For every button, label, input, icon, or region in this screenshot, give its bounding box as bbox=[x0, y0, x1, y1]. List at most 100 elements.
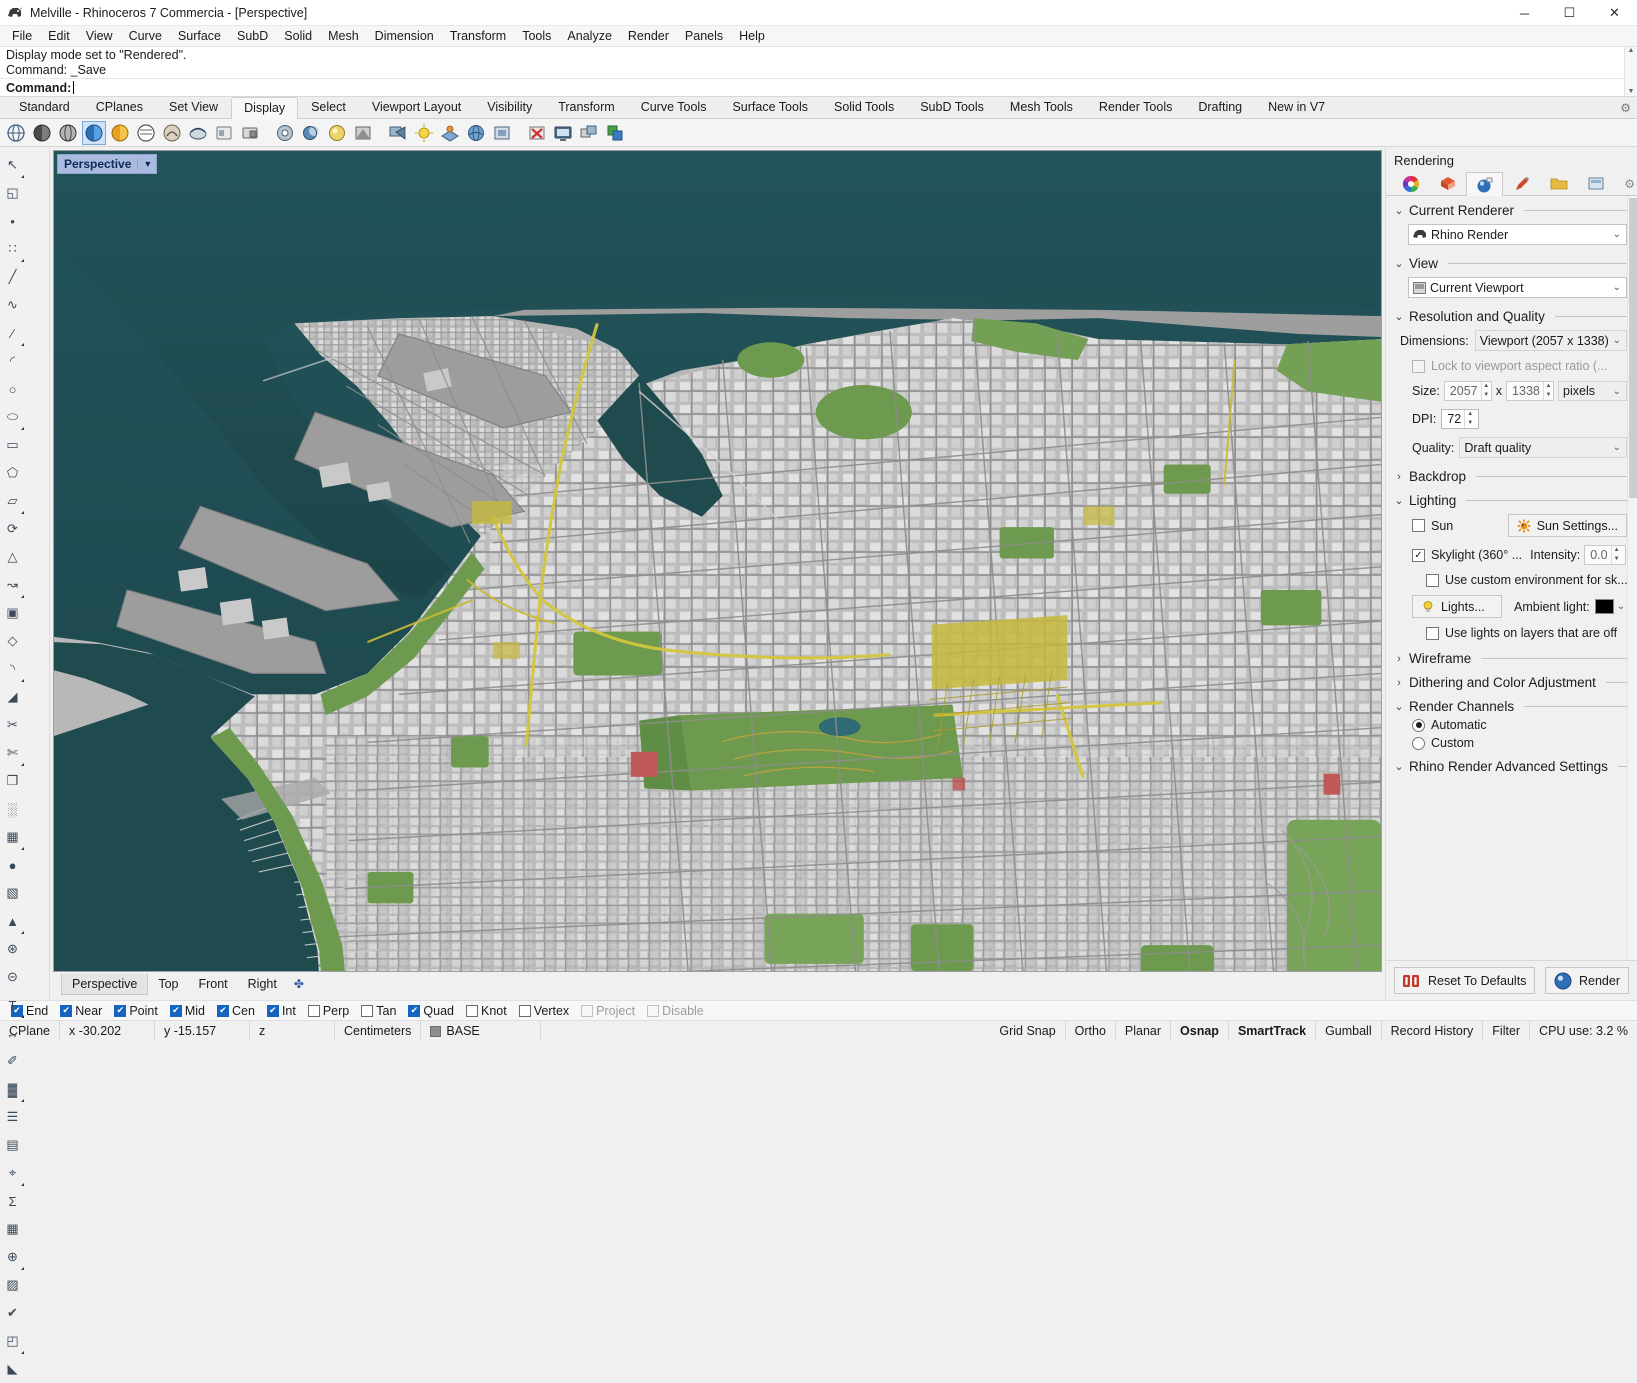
polygon-icon[interactable]: ⬠ bbox=[0, 459, 25, 487]
quality-combo[interactable]: Draft quality ⌄ bbox=[1459, 437, 1627, 458]
flyout-indicator-icon[interactable] bbox=[21, 679, 24, 682]
reset-to-defaults-button[interactable]: Reset To Defaults bbox=[1394, 967, 1536, 994]
osnap-disable-checkbox[interactable] bbox=[647, 1004, 660, 1017]
lock-aspect-row[interactable]: Lock to viewport aspect ratio (... bbox=[1386, 355, 1637, 377]
osnap-knot[interactable]: Knot bbox=[461, 1004, 512, 1018]
status-units[interactable]: Centimeters bbox=[335, 1021, 422, 1041]
analyze-icon[interactable]: ⌖ bbox=[0, 1159, 25, 1187]
tab-brush[interactable] bbox=[1503, 171, 1540, 195]
osnap-perp-checkbox[interactable] bbox=[307, 1004, 320, 1017]
chevron-down-icon[interactable]: ⌄ bbox=[1394, 257, 1404, 270]
add-viewport-tab-icon[interactable]: ✤ bbox=[287, 974, 311, 994]
wireframe-display-icon[interactable] bbox=[4, 121, 28, 145]
render-icon[interactable] bbox=[386, 121, 410, 145]
points-icon[interactable]: • bbox=[0, 207, 25, 235]
menu-item-surface[interactable]: Surface bbox=[170, 27, 229, 45]
menu-item-help[interactable]: Help bbox=[731, 27, 773, 45]
osnap-near[interactable]: ✔ Near bbox=[55, 1004, 107, 1018]
chevron-right-icon[interactable]: › bbox=[1394, 677, 1404, 689]
lights-on-off-layers-checkbox[interactable] bbox=[1426, 626, 1439, 640]
toolbar-tab-visibility[interactable]: Visibility bbox=[474, 96, 545, 118]
sun-checkbox[interactable] bbox=[1412, 519, 1425, 532]
gumball-icon[interactable]: ⊕ bbox=[0, 1243, 25, 1271]
toolbar-tab-transform[interactable]: Transform bbox=[545, 96, 628, 118]
toolbar-tab-render-tools[interactable]: Render Tools bbox=[1086, 96, 1185, 118]
flyout-indicator-icon[interactable] bbox=[21, 1351, 24, 1354]
current-renderer-combo[interactable]: Rhino Render ⌄ bbox=[1408, 224, 1627, 245]
box-icon[interactable]: ▦ bbox=[0, 823, 25, 851]
boolean-union-icon[interactable]: ⊛ bbox=[0, 935, 25, 963]
chevron-right-icon[interactable]: › bbox=[1394, 653, 1404, 665]
fullscreen-icon[interactable] bbox=[551, 121, 575, 145]
viewport-tab-top[interactable]: Top bbox=[148, 974, 188, 994]
dimensions-combo[interactable]: Viewport (2057 x 1338) ⌄ bbox=[1474, 330, 1627, 351]
split-icon[interactable]: ✄ bbox=[0, 739, 25, 767]
toolbar-tab-mesh-tools[interactable]: Mesh Tools bbox=[997, 96, 1086, 118]
viewport-tab-right[interactable]: Right bbox=[238, 974, 287, 994]
status-ortho[interactable]: Ortho bbox=[1066, 1021, 1116, 1041]
rendered-display-icon[interactable] bbox=[108, 121, 132, 145]
lights-on-off-layers-row[interactable]: Use lights on layers that are off bbox=[1386, 622, 1637, 644]
menu-item-file[interactable]: File bbox=[4, 27, 40, 45]
osnap-point[interactable]: ✔ Point bbox=[109, 1004, 163, 1018]
menu-item-edit[interactable]: Edit bbox=[40, 27, 78, 45]
toolbar-tab-select[interactable]: Select bbox=[298, 96, 359, 118]
osnap-tan[interactable]: Tan bbox=[356, 1004, 401, 1018]
flyout-indicator-icon[interactable] bbox=[21, 175, 24, 178]
menu-item-solid[interactable]: Solid bbox=[276, 27, 320, 45]
radio-automatic[interactable] bbox=[1412, 718, 1425, 732]
trim-icon[interactable]: ✂ bbox=[0, 711, 25, 739]
dimension-icon[interactable]: ↔ bbox=[0, 1019, 25, 1047]
menu-item-panels[interactable]: Panels bbox=[677, 27, 731, 45]
flyout-indicator-icon[interactable] bbox=[21, 595, 24, 598]
size-height-stepper[interactable]: 1338 ▲ ▼ bbox=[1506, 381, 1555, 401]
cancel-render-icon[interactable] bbox=[525, 121, 549, 145]
point-cloud-icon[interactable]: ∷ bbox=[0, 235, 25, 263]
custom-environment-row[interactable]: Use custom environment for sk... bbox=[1386, 569, 1637, 591]
artistic-display-icon[interactable] bbox=[160, 121, 184, 145]
toolbar-tab-subd-tools[interactable]: SubD Tools bbox=[907, 96, 997, 118]
toolbar-tab-display[interactable]: Display bbox=[231, 97, 299, 119]
toolbar-options-gear-icon[interactable]: ⚙ bbox=[1620, 101, 1631, 115]
technical-display-icon[interactable] bbox=[134, 121, 158, 145]
ghosted-display-icon[interactable] bbox=[56, 121, 80, 145]
chevron-down-icon[interactable]: ⌄ bbox=[1394, 494, 1404, 507]
osnap-project-checkbox[interactable] bbox=[581, 1004, 594, 1017]
mass-properties-icon[interactable]: Σ bbox=[0, 1187, 25, 1215]
osnap-cen-checkbox[interactable]: ✔ bbox=[217, 1004, 229, 1017]
ellipse-icon[interactable]: ⬭ bbox=[0, 403, 25, 431]
size-units-combo[interactable]: pixels ⌄ bbox=[1558, 381, 1627, 401]
stepper-arrows[interactable]: ▲ ▼ bbox=[1464, 410, 1475, 428]
minimize-button[interactable]: ─ bbox=[1502, 0, 1547, 26]
viewport-tab-perspective[interactable]: Perspective bbox=[61, 973, 149, 995]
curve-icon[interactable]: ∿ bbox=[0, 291, 25, 319]
sphere-icon[interactable]: ● bbox=[0, 851, 25, 879]
osnap-cen[interactable]: ✔ Cen bbox=[212, 1004, 260, 1018]
panel-scrollbar-thumb[interactable] bbox=[1629, 198, 1637, 498]
maximize-button[interactable]: ☐ bbox=[1547, 0, 1592, 26]
arctic-display-icon[interactable] bbox=[212, 121, 236, 145]
status-gumball[interactable]: Gumball bbox=[1316, 1021, 1382, 1041]
chamfer-icon[interactable]: ◢ bbox=[0, 683, 25, 711]
offset-icon[interactable]: ❐ bbox=[0, 767, 25, 795]
section-header-lighting[interactable]: ⌄ Lighting bbox=[1386, 486, 1637, 510]
chevron-down-icon[interactable]: ⌄ bbox=[1613, 335, 1624, 346]
chevron-down-icon[interactable]: ⌄ bbox=[1394, 700, 1404, 713]
osnap-disable[interactable]: Disable bbox=[642, 1004, 709, 1018]
menu-item-mesh[interactable]: Mesh bbox=[320, 27, 367, 45]
status-record-history[interactable]: Record History bbox=[1382, 1021, 1484, 1041]
radio-custom[interactable] bbox=[1412, 736, 1425, 750]
shadows-icon[interactable] bbox=[603, 121, 627, 145]
status-layer[interactable]: BASE bbox=[421, 1021, 542, 1041]
status-planar[interactable]: Planar bbox=[1116, 1021, 1172, 1041]
stepper-arrows[interactable]: ▲ ▼ bbox=[1480, 382, 1491, 400]
radio-custom-row[interactable]: Custom bbox=[1386, 734, 1637, 752]
view-combo[interactable]: Current Viewport ⌄ bbox=[1408, 277, 1627, 298]
chevron-right-icon[interactable]: › bbox=[1394, 471, 1404, 483]
panel-options-gear-icon[interactable]: ⚙ bbox=[1624, 177, 1635, 191]
size-width-stepper[interactable]: 2057 ▲ ▼ bbox=[1443, 381, 1492, 401]
menu-item-tools[interactable]: Tools bbox=[514, 27, 559, 45]
sun-icon[interactable] bbox=[412, 121, 436, 145]
ambient-light-swatch[interactable] bbox=[1594, 599, 1614, 614]
render-window-icon[interactable] bbox=[490, 121, 514, 145]
